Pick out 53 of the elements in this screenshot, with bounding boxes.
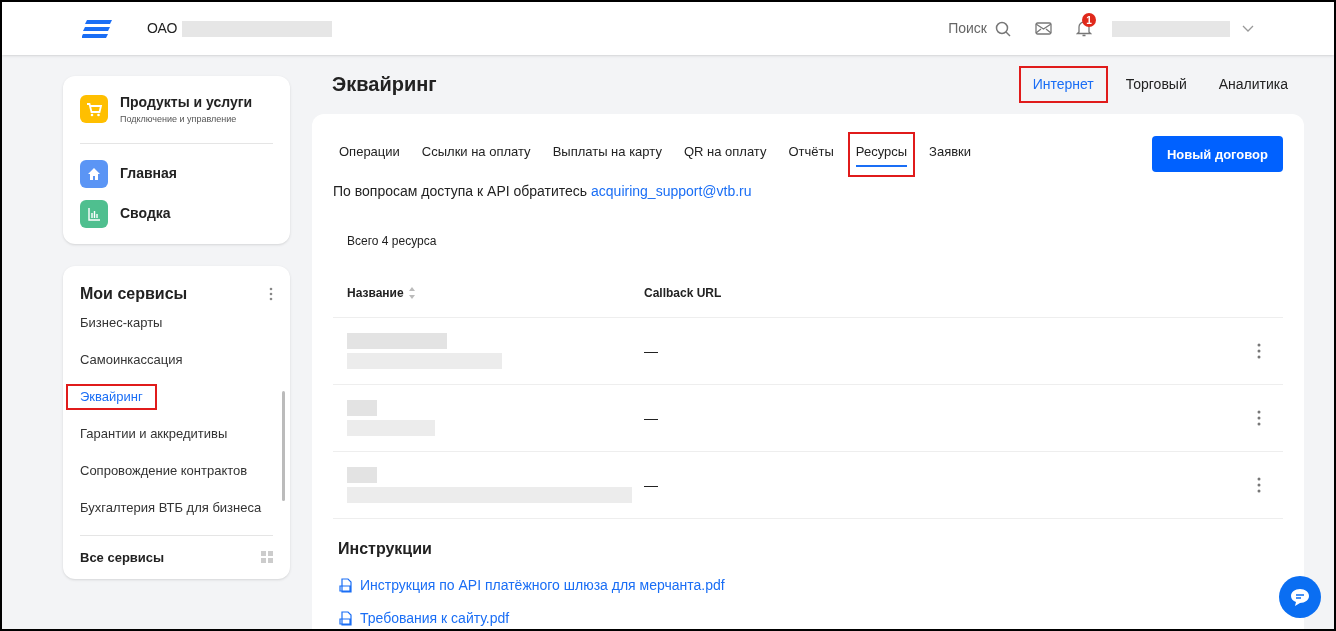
more-icon[interactable]	[269, 286, 273, 301]
column-header[interactable]: Название	[347, 283, 404, 302]
chevron-down-icon[interactable]	[1242, 24, 1254, 33]
email-link[interactable]: acquiring_support@vtb.ru	[591, 183, 752, 199]
tab[interactable]: Отчёты	[782, 133, 840, 175]
document-link[interactable]: Требования к сайту.pdf	[338, 608, 1283, 629]
all-services-link[interactable]: Все сервисы	[80, 547, 165, 567]
tab[interactable]: Операции	[333, 133, 406, 175]
new-contract-button[interactable]: Новый договор	[1151, 136, 1283, 173]
mode-tab[interactable]: Торговый	[1113, 67, 1199, 101]
products-title[interactable]: Продукты и услуги	[120, 92, 253, 113]
more-icon[interactable]	[1257, 477, 1261, 493]
service-link[interactable]: Самоинкассация	[68, 348, 195, 371]
pdf-file-icon	[338, 610, 354, 627]
notification-badge: 1	[1082, 13, 1096, 27]
more-icon[interactable]	[1257, 410, 1261, 426]
tab[interactable]: Заявки	[923, 133, 978, 175]
services-title: Мои сервисы	[80, 283, 188, 304]
sidebar-nav-item[interactable]: Сводка	[80, 199, 273, 228]
logo-icon	[82, 19, 112, 38]
tab[interactable]: Ссылки на оплату	[415, 133, 537, 175]
search-icon	[995, 20, 1011, 37]
mail-icon[interactable]	[1035, 22, 1052, 35]
table-cell-text: —	[644, 341, 659, 361]
mode-tab[interactable]: Аналитика	[1206, 67, 1300, 101]
tab[interactable]: QR на оплату	[677, 133, 773, 175]
service-link[interactable]: Бухгалтерия ВТБ для бизнеса	[68, 496, 274, 519]
bar-chart-icon	[80, 199, 108, 228]
sidebar-nav-item[interactable]: Главная	[80, 159, 273, 188]
column-header: Callback URL	[644, 284, 722, 302]
table-cell-text: —	[644, 408, 659, 428]
api-note: По вопросам доступа к API обратитесь acquiring_support@vtb.ru	[333, 182, 753, 201]
search-button[interactable]: Поиск	[948, 18, 1011, 39]
total-count: Всего 4 ресурса	[347, 233, 438, 250]
more-icon[interactable]	[1257, 343, 1261, 359]
page-title: Эквайринг	[332, 72, 437, 98]
mode-tab[interactable]: Интернет	[1020, 67, 1106, 101]
tab[interactable]: Ресурсы	[849, 133, 914, 175]
chat-button[interactable]	[1279, 576, 1321, 618]
products-subtitle: Подключение и управление	[120, 113, 238, 126]
cart-icon	[80, 95, 108, 124]
tab[interactable]: Выплаты на карту	[546, 133, 668, 175]
chat-icon	[1289, 587, 1311, 607]
company-name: ОАО	[147, 19, 178, 38]
document-link[interactable]: Инструкция по API платёжного шлюза для мерчанта.pdf	[338, 575, 1283, 596]
service-link[interactable]: Эквайринг	[68, 385, 155, 408]
section-title: Инструкции	[338, 539, 433, 559]
home-icon	[80, 159, 108, 188]
service-link[interactable]: Гарантии и аккредитивы	[68, 422, 240, 445]
pdf-file-icon	[338, 577, 354, 594]
service-link[interactable]: Сопровождение контрактов	[68, 459, 260, 482]
service-link[interactable]: Бизнес-карты	[68, 311, 175, 334]
table-cell-text: —	[644, 475, 659, 495]
